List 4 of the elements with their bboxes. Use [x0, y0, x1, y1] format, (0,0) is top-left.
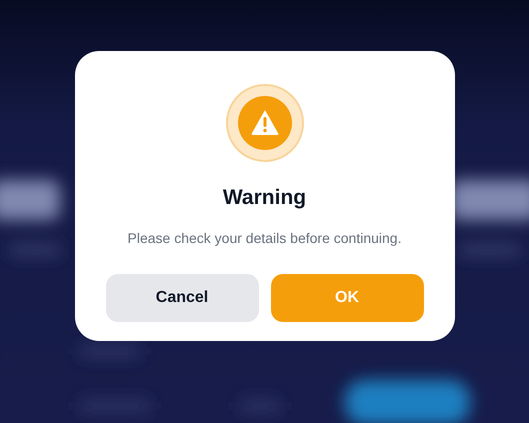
dialog-title: Warning [222, 185, 306, 211]
cancel-button[interactable]: Cancel [106, 274, 258, 322]
warning-icon [224, 83, 304, 163]
dialog-message: Please check your details before continuing. [128, 228, 402, 248]
